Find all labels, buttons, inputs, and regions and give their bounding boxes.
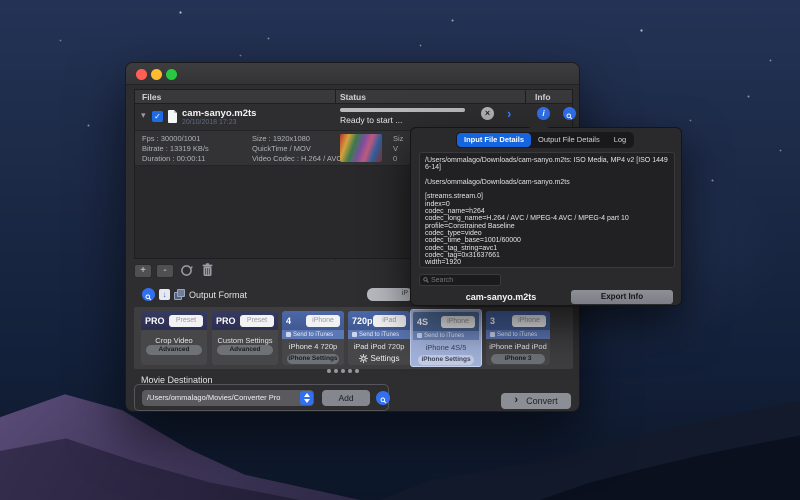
- close-window-button[interactable]: [136, 69, 147, 80]
- file-details-column-2: Size : 1920x1080 QuickTime / MOV Video C…: [252, 134, 342, 163]
- add-file-button[interactable]: +: [134, 264, 152, 278]
- preset-badge: 3: [490, 315, 496, 326]
- send-to-itunes-label: Send to iTunes: [424, 332, 465, 339]
- preset-card-iphone3[interactable]: 3 iPhone Send to iTunes iPhone iPad iPod …: [486, 311, 550, 365]
- search-icon: [423, 277, 429, 283]
- iphone-settings-button[interactable]: iPhone Settings: [286, 354, 340, 364]
- desktop-wallpaper: Files Status Info ▾ ✓ cam-sanyo.m2ts 20/…: [0, 0, 800, 500]
- wallpaper-stars: [0, 0, 1, 1]
- output-format-label: Output Format: [189, 290, 248, 300]
- preset-label: iPhone 4 720p: [288, 342, 338, 351]
- preset-pager-dots[interactable]: [327, 369, 359, 373]
- convert-button[interactable]: › Convert: [501, 393, 571, 409]
- preset-badge: 720p: [352, 315, 373, 326]
- preset-card-iphone4[interactable]: 4 iPhone Send to iTunes iPhone 4 720p iPh…: [282, 311, 344, 365]
- dropdown-stepper-icon[interactable]: [300, 391, 313, 405]
- preset-name-field[interactable]: Preset: [240, 314, 274, 327]
- send-to-itunes-checkbox[interactable]: [417, 333, 422, 338]
- document-icon: [168, 110, 178, 128]
- preview-search-button[interactable]: [563, 107, 576, 120]
- convert-chevron-icon: ›: [514, 394, 519, 406]
- gear-icon: [358, 354, 368, 363]
- reveal-destination-button[interactable]: [376, 391, 390, 405]
- preset-badge: 4: [286, 315, 292, 326]
- preset-badge: PRO: [145, 315, 165, 326]
- search-input[interactable]: [431, 276, 495, 284]
- copy-preset-icon[interactable]: [174, 289, 185, 300]
- title-bar[interactable]: [126, 63, 579, 85]
- preset-card-ipad720p[interactable]: 720p iPad Send to iTunes iPad iPod 720p S…: [348, 311, 410, 365]
- settings-button[interactable]: Settings: [348, 354, 410, 363]
- disclosure-triangle-icon[interactable]: ▾: [141, 110, 146, 121]
- info-column-header: Info: [535, 92, 551, 102]
- preset-name-field[interactable]: iPad: [372, 314, 406, 327]
- preset-name-field[interactable]: iPhone: [512, 314, 546, 327]
- file-checkbox[interactable]: ✓: [152, 111, 163, 122]
- preset-card-custom-settings[interactable]: PRO Preset Custom Settings Advanced: [212, 311, 278, 365]
- pager-dot[interactable]: [341, 369, 345, 373]
- input-file-details-panel[interactable]: /Users/ommalago/Downloads/cam-sanyo.m2ts…: [419, 152, 675, 268]
- preset-strip: PRO Preset Crop Video Advanced PRO Preset …: [134, 307, 573, 369]
- progress-bar: [340, 108, 465, 112]
- file-details-column-3: Siz V 0: [393, 134, 404, 163]
- pager-dot[interactable]: [334, 369, 338, 373]
- input-file-details-text: /Users/ommalago/Downloads/cam-sanyo.m2ts…: [425, 157, 668, 267]
- video-thumbnail: [340, 134, 382, 162]
- files-table-header: Files Status Info: [135, 90, 572, 104]
- preset-name-field[interactable]: iPhone: [441, 315, 475, 328]
- status-text: Ready to start ...: [340, 115, 403, 125]
- send-to-itunes-label: Send to iTunes: [497, 331, 538, 338]
- iphone3-settings-button[interactable]: iPhone 3: [491, 354, 545, 364]
- send-to-itunes-label: Send to iTunes: [293, 331, 334, 338]
- preset-name-field[interactable]: Preset: [169, 314, 203, 327]
- cancel-button[interactable]: ×: [481, 107, 494, 120]
- preset-card-iphone4s5-selected[interactable]: 4S iPhone Send to iTunes iPhone 4S/5 iPho…: [410, 309, 482, 367]
- tab-log[interactable]: Log: [607, 133, 634, 147]
- send-to-itunes-label: Send to iTunes: [359, 331, 400, 338]
- file-date: 20/10/2018 17:23: [182, 119, 237, 126]
- add-destination-button[interactable]: Add: [322, 390, 370, 406]
- popover-search-field[interactable]: [419, 274, 501, 286]
- send-to-itunes-checkbox[interactable]: [490, 332, 495, 337]
- tab-output-file-details[interactable]: Output File Details: [531, 133, 607, 147]
- pager-dot[interactable]: [348, 369, 352, 373]
- preset-label: iPhone 4S/5: [425, 343, 467, 352]
- preset-badge: PRO: [216, 315, 236, 326]
- reset-button[interactable]: [180, 264, 193, 282]
- preset-name-field[interactable]: iPhone: [306, 314, 340, 327]
- remove-file-button[interactable]: -: [156, 264, 174, 278]
- popover-arrow: [529, 119, 549, 128]
- send-to-itunes-checkbox[interactable]: [286, 332, 291, 337]
- pager-dot[interactable]: [355, 369, 359, 373]
- zoom-window-button[interactable]: [166, 69, 177, 80]
- files-column-header: Files: [142, 92, 162, 102]
- minimize-window-button[interactable]: [151, 69, 162, 80]
- search-format-icon[interactable]: [142, 288, 155, 301]
- advanced-button[interactable]: Advanced: [217, 345, 273, 355]
- export-info-button[interactable]: Export Info: [571, 290, 673, 304]
- popover-tab-bar: Input File Details Output File Details L…: [456, 132, 635, 148]
- movie-destination-group: /Users/ommalago/Movies/Converter Pro Add: [134, 384, 390, 411]
- start-conversion-icon[interactable]: ›: [507, 106, 511, 121]
- iphone-settings-button[interactable]: iPhone Settings: [418, 355, 474, 365]
- pager-dot[interactable]: [327, 369, 331, 373]
- trash-button[interactable]: [202, 263, 213, 282]
- popover-file-name: cam-sanyo.m2ts: [465, 292, 537, 302]
- send-to-itunes-checkbox[interactable]: [352, 332, 357, 337]
- preset-label: iPad iPod 720p: [353, 342, 405, 351]
- preset-label: Custom Settings: [217, 336, 273, 345]
- preset-label: Crop Video: [155, 336, 193, 345]
- selected-format-pill[interactable]: iP: [367, 288, 413, 301]
- status-column-header: Status: [340, 92, 366, 102]
- advanced-button[interactable]: Advanced: [146, 345, 202, 355]
- preset-card-crop-video[interactable]: PRO Preset Crop Video Advanced: [141, 311, 207, 365]
- download-preset-icon[interactable]: ↓: [159, 289, 170, 300]
- file-name: cam-sanyo.m2ts: [182, 108, 257, 119]
- file-info-popover: Input File Details Output File Details L…: [410, 119, 682, 306]
- preset-badge: 4S: [417, 316, 429, 327]
- tab-input-file-details[interactable]: Input File Details: [457, 133, 532, 147]
- preset-label: iPhone iPad iPod: [489, 342, 547, 351]
- destination-path-dropdown[interactable]: /Users/ommalago/Movies/Converter Pro: [142, 390, 314, 406]
- file-details-column-1: Fps : 30000/1001 Bitrate : 13319 KB/s Du…: [142, 134, 209, 163]
